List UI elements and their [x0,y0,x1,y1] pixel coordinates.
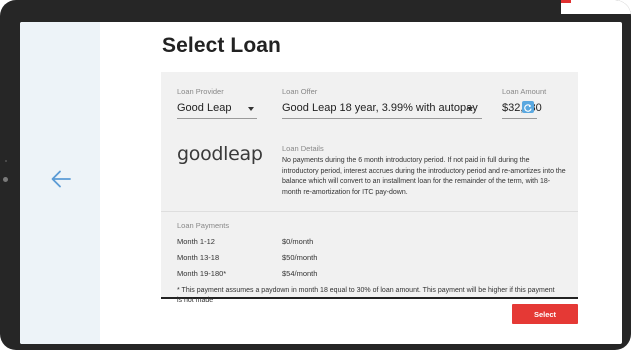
provider-underline [177,118,257,119]
loan-provider-value: Good Leap [177,102,232,114]
camera-icon [3,177,8,182]
chevron-down-icon [248,107,254,111]
amount-underline [502,118,537,119]
refresh-button[interactable] [522,101,534,113]
payment-period: Month 13-18 [177,253,220,262]
refresh-icon [524,104,532,112]
loan-payments-label: Loan Payments [177,221,230,230]
background-accent [561,0,571,3]
page-title: Select Loan [162,34,281,57]
payment-amount: $54/month [282,269,318,278]
loan-details-label: Loan Details [282,144,324,153]
chevron-down-icon [467,107,473,111]
loan-provider-label: Loan Provider [177,87,224,96]
loan-details-text: No payments during the 6 month introduct… [282,157,566,196]
payment-period: Month 19-180* [177,269,227,278]
tablet-frame: Select Loan Loan Provider Good Leap Loan… [0,0,631,350]
section-divider [161,211,578,212]
arrow-left-icon[interactable] [50,169,72,189]
sensor-dot [5,160,7,162]
payment-note: * This payment assumes a paydown in mont… [177,287,555,304]
payment-amount: $0/month [282,237,314,246]
loan-offer-value: Good Leap 18 year, 3.99% with autopay [282,102,478,114]
payment-amount: $50/month [282,253,318,262]
goodleap-logo: goodleap [177,143,263,165]
loan-offer-label: Loan Offer [282,87,318,96]
offer-underline [282,118,482,119]
select-button[interactable]: Select [512,304,578,324]
background-corner [561,0,631,14]
loan-card: Loan Provider Good Leap Loan Offer Good … [161,72,578,304]
payment-period: Month 1-12 [177,237,215,246]
sidebar [20,22,100,344]
loan-amount-label: Loan Amount [502,87,547,96]
screen: Select Loan Loan Provider Good Leap Loan… [20,22,622,344]
